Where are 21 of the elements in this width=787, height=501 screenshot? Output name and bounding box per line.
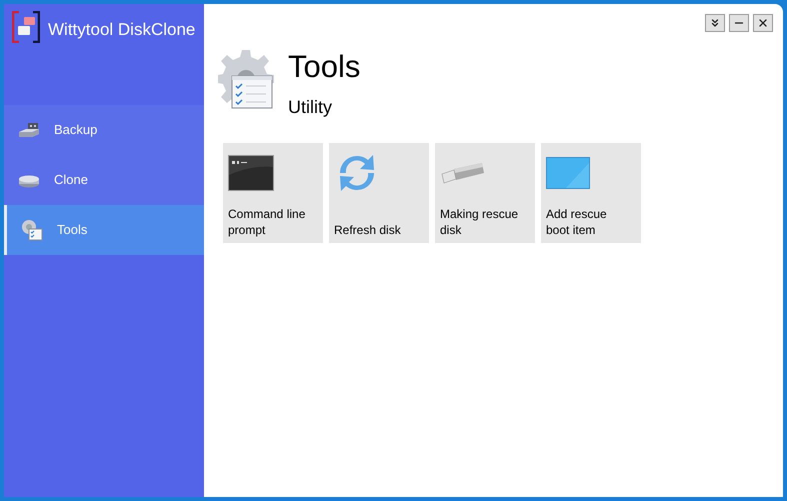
gear-checklist-icon [218,48,274,110]
sidebar-item[interactable]: Clone [4,155,204,205]
double-chevron-icon [709,17,721,29]
tool-tile[interactable]: Refresh disk [329,143,429,243]
close-button[interactable] [753,14,773,32]
drive-icon [18,122,40,138]
collapse-button[interactable] [705,14,725,32]
usb-drive-icon [440,161,486,185]
page-title: Tools [288,48,360,86]
minimize-button[interactable] [729,14,749,32]
app-logo-icon [12,11,40,43]
gear-checklist-icon [21,219,43,241]
page-subtitle: Utility [288,96,333,119]
terminal-icon [228,155,274,191]
close-icon [757,17,769,29]
screen-icon [546,157,590,189]
sidebar-item[interactable]: Backup [4,105,204,155]
app-title: Wittytool DiskClone [48,19,196,41]
tool-tile[interactable]: Command line prompt [223,143,323,243]
tool-tile[interactable]: Making rescue disk [435,143,535,243]
tool-tile[interactable]: Add rescue boot item [541,143,641,243]
